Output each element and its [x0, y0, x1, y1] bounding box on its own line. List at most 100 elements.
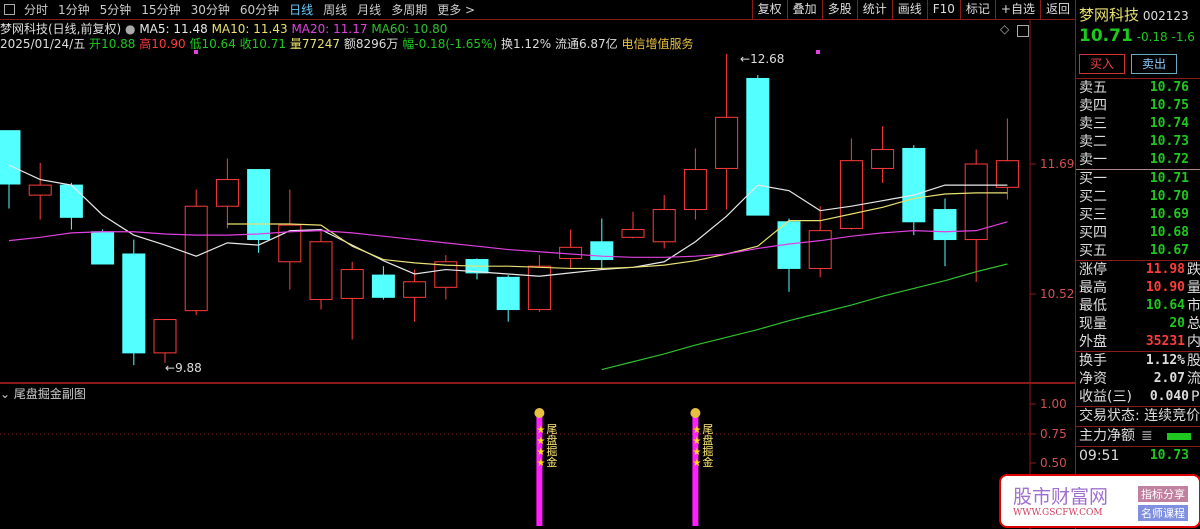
candle-up — [215, 179, 239, 207]
quote-panel: 梦网科技 002123 10.71 -0.18 -1.6 买入 卖出 卖五 10.… — [1075, 0, 1200, 529]
row-value: 0.040 — [1149, 389, 1189, 404]
row-label: 涨停 — [1079, 262, 1107, 278]
candle-down — [496, 276, 520, 311]
last-price: 10.71 — [1079, 26, 1133, 46]
star-icon: ★ — [536, 458, 545, 469]
star-icon: ★ — [692, 447, 701, 458]
sub-tick: 0.50 — [1040, 456, 1067, 470]
quote-row: 卖五 10.76 — [1076, 79, 1200, 97]
kline-chart[interactable]: ★ 尾★ 盘★ 掘★ 金★ 尾★ 盘★ 掘★ 金 — [0, 0, 1075, 529]
quote-row: 卖一 10.72 — [1076, 151, 1200, 169]
trade-status: 交易状态: 连续竞价 — [1076, 406, 1200, 426]
row-label: 收益(三) — [1079, 389, 1132, 405]
signal-text: 金 — [702, 455, 713, 469]
main-net: 主力净额 ≣ — [1076, 426, 1200, 446]
signal-text: 金 — [546, 455, 557, 469]
buy-button[interactable]: 买入 — [1079, 54, 1125, 74]
quote-row: 卖二 10.73 — [1076, 133, 1200, 151]
quote-row: 卖三 10.74 — [1076, 115, 1200, 133]
tick-row: 09:51 10.73 — [1076, 446, 1200, 465]
quote-row: 卖四 10.75 — [1076, 97, 1200, 115]
candle-up — [715, 116, 739, 169]
candle-down — [59, 184, 83, 218]
row-label: 净资 — [1079, 371, 1107, 387]
list-icon[interactable]: ≣ — [1141, 427, 1153, 446]
row-value: 1.12% — [1145, 353, 1185, 368]
quote-row: 最低 10.64 市 — [1076, 297, 1200, 315]
row-value: 10.70 — [1149, 189, 1189, 204]
money-bag-icon — [534, 408, 545, 418]
candle-down — [746, 77, 770, 216]
row-value: 2.07 — [1153, 371, 1185, 386]
price-tick: 10.52 — [1040, 287, 1075, 301]
row-label: 卖四 — [1079, 98, 1107, 114]
row-label: 买五 — [1079, 243, 1107, 259]
star-icon: ★ — [536, 425, 545, 436]
candle-up — [839, 160, 863, 229]
stock-code: 002123 — [1142, 9, 1189, 23]
candle-up — [871, 149, 895, 169]
row-extra: 流 — [1187, 371, 1200, 387]
row-value: 10.74 — [1149, 116, 1189, 131]
candle-down — [0, 130, 21, 185]
money-bag-icon — [690, 408, 701, 418]
row-label: 卖一 — [1079, 152, 1107, 168]
row-extra: 总 — [1187, 316, 1200, 332]
price-tick: 11.69 — [1040, 157, 1075, 171]
candle-up — [621, 229, 645, 238]
star-icon: ★ — [536, 436, 545, 447]
star-icon: ★ — [692, 436, 701, 447]
sub-tick: 1.00 — [1040, 397, 1067, 411]
quote-row: 收益(三) 0.040 P — [1076, 388, 1200, 406]
sell-button[interactable]: 卖出 — [1131, 54, 1177, 74]
row-value: 10.73 — [1149, 134, 1189, 149]
row-value: 10.71 — [1149, 171, 1189, 186]
row-value: 10.76 — [1149, 80, 1189, 95]
net-bar — [1166, 433, 1191, 440]
row-extra: P — [1191, 389, 1200, 405]
sub-chart-title[interactable]: ⌄ 尾盘掘金副图 — [0, 385, 86, 402]
row-extra: 内 — [1187, 334, 1200, 350]
candle-down — [91, 231, 115, 265]
quote-row: 买五 10.67 — [1076, 242, 1200, 260]
row-label: 买三 — [1079, 207, 1107, 223]
candle-down — [247, 169, 271, 241]
candle-up — [527, 265, 551, 311]
row-label: 卖五 — [1079, 80, 1107, 96]
candle-down — [122, 253, 146, 354]
star-icon: ★ — [536, 447, 545, 458]
row-extra: 量 — [1187, 280, 1200, 296]
candle-up — [28, 184, 52, 196]
row-value: 20 — [1169, 316, 1185, 331]
row-value: 10.90 — [1145, 280, 1185, 295]
marker-dot — [816, 50, 820, 54]
candle-up — [995, 160, 1019, 188]
row-label: 最低 — [1079, 298, 1107, 314]
row-extra: 股 — [1187, 353, 1200, 369]
candle-up — [808, 230, 832, 269]
ma60-line — [601, 263, 1008, 371]
row-label: 买一 — [1079, 171, 1107, 187]
candle-down — [371, 274, 395, 298]
row-value: 10.68 — [1149, 225, 1189, 240]
quote-row: 净资 2.07 流 — [1076, 370, 1200, 388]
row-label: 外盘 — [1079, 334, 1107, 350]
quote-row: 涨停 11.98 跌 — [1076, 261, 1200, 279]
quote-row: 换手 1.12% 股 — [1076, 352, 1200, 370]
tick-time: 09:51 — [1079, 448, 1120, 464]
row-value: 10.64 — [1145, 298, 1185, 313]
row-value: 10.69 — [1149, 207, 1189, 222]
candle-up — [184, 205, 208, 312]
row-label: 最高 — [1079, 280, 1107, 296]
watermark: 股市财富网 WWW.GSCFW.COM 指标分享 名师课程 — [999, 474, 1200, 528]
row-value: 11.98 — [1145, 262, 1185, 277]
sub-tick: 0.75 — [1040, 427, 1067, 441]
row-value: 10.72 — [1149, 152, 1189, 167]
candle-up — [683, 169, 707, 211]
quote-row: 现量 20 总 — [1076, 315, 1200, 333]
row-extra: 市 — [1187, 298, 1200, 314]
candle-up — [309, 241, 333, 301]
candle-up — [652, 209, 676, 243]
quote-row: 外盘 35231 内 — [1076, 333, 1200, 351]
stock-name: 梦网科技 — [1079, 6, 1140, 24]
